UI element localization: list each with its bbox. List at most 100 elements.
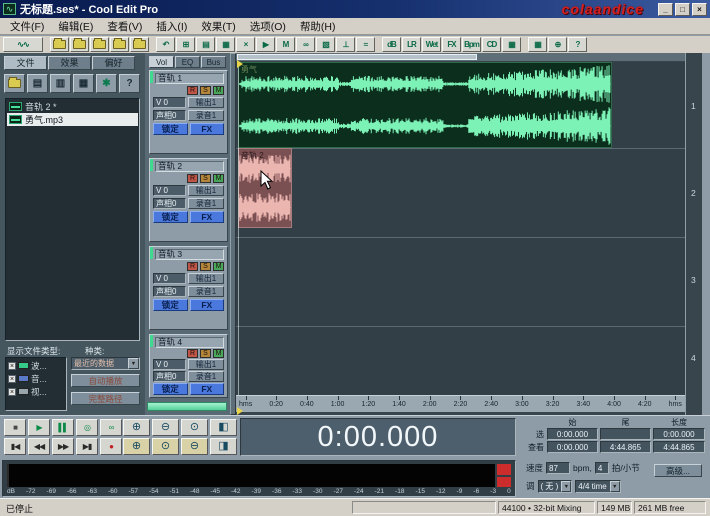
zoom-to-left-edge-button[interactable]: ◧: [210, 419, 237, 436]
go-to-end-button[interactable]: ▶▮: [76, 438, 98, 455]
lock-button[interactable]: 锁定: [153, 299, 188, 311]
output-select-button[interactable]: 输出1: [188, 185, 224, 196]
multitrack-display[interactable]: 勇气 音轨 2 hms0:200:401:001:201:402:002:202…: [236, 53, 685, 415]
menu-view[interactable]: 查看(V): [101, 18, 148, 35]
play-from-cursor-button[interactable]: ◎: [76, 419, 98, 436]
save-mixdown-button[interactable]: [130, 37, 149, 52]
pan-field[interactable]: 声相0: [153, 371, 186, 382]
volume-field[interactable]: V 0: [153, 273, 186, 284]
fx-button[interactable]: FX: [190, 299, 225, 311]
open-folder-button[interactable]: [4, 74, 25, 93]
volume-field[interactable]: V 0: [153, 359, 186, 370]
selview-field[interactable]: 0:00.000: [547, 441, 598, 453]
solo-button[interactable]: S: [200, 349, 211, 358]
autoplay-button[interactable]: 自动播放: [71, 374, 140, 387]
lock-button[interactable]: 锁定: [153, 383, 188, 395]
record-arm-button[interactable]: R: [187, 349, 198, 358]
insert-into-multitrack-button[interactable]: ▥: [50, 74, 71, 93]
online-resources-button[interactable]: ⊕: [548, 37, 567, 52]
menu-file[interactable]: 文件(F): [4, 18, 50, 35]
lock-in-time-button[interactable]: ⊥: [336, 37, 355, 52]
zoom-full-button[interactable]: ⊙: [181, 419, 208, 436]
fx-button[interactable]: FX: [190, 383, 225, 395]
selview-field[interactable]: 0:00.000: [547, 428, 598, 440]
pan-field[interactable]: 声相0: [153, 110, 186, 121]
snapping-button[interactable]: ▦: [216, 37, 235, 52]
zoom-sel-left-button[interactable]: ⊙: [152, 438, 179, 455]
close-button[interactable]: ×: [692, 3, 707, 16]
dropdown-arrow-icon[interactable]: ▼: [128, 358, 139, 369]
audio-clip-track1[interactable]: 勇气: [238, 62, 612, 148]
zoom-to-right-edge-button[interactable]: ◨: [210, 438, 237, 455]
track-title[interactable]: 音轨 1: [155, 73, 224, 84]
wet-dry-envelope-button[interactable]: Wet: [422, 37, 441, 52]
lock-button[interactable]: 锁定: [153, 211, 188, 223]
track-pan-scrollbar[interactable]: [147, 402, 227, 411]
advanced-button[interactable]: 高级...: [654, 464, 702, 477]
undo-button[interactable]: ↶: [156, 37, 175, 52]
menu-options[interactable]: 选项(O): [244, 18, 292, 35]
cd-tools-button[interactable]: CD: [482, 37, 501, 52]
tempo-value-field[interactable]: 87: [546, 462, 570, 474]
crossfade-button[interactable]: ▧: [316, 37, 335, 52]
track-rows[interactable]: 勇气 音轨 2: [236, 62, 685, 395]
tab-favorites[interactable]: 偏好: [92, 56, 135, 70]
timesig-dropdown[interactable]: 4/4 time▼: [575, 480, 620, 493]
go-to-start-button[interactable]: ▮◀: [4, 438, 26, 455]
edit-waveform-view-toggle-button[interactable]: ∿∿: [3, 37, 43, 52]
record-device-button[interactable]: 录音1: [188, 110, 224, 121]
record-device-button[interactable]: 录音1: [188, 286, 224, 297]
record-button[interactable]: ●: [100, 438, 122, 455]
fast-forward-button[interactable]: ▶▶: [52, 438, 74, 455]
key-dropdown[interactable]: ( 无 )▼: [538, 480, 573, 493]
mixer-button[interactable]: ▦: [502, 37, 521, 52]
play-button[interactable]: ▶: [28, 419, 50, 436]
show-envelopes-button[interactable]: ≈: [356, 37, 375, 52]
fx-button[interactable]: FX: [190, 123, 225, 135]
selview-field[interactable]: [600, 428, 651, 440]
open-session-button[interactable]: [70, 37, 89, 52]
file-type-checkbox-icon[interactable]: ×: [8, 362, 16, 370]
output-select-button[interactable]: 输出1: [188, 359, 224, 370]
pan-field[interactable]: 声相0: [153, 198, 186, 209]
zoom-out-button[interactable]: ⊖: [152, 419, 179, 436]
record-arm-button[interactable]: R: [187, 262, 198, 271]
close-file-button[interactable]: ▤: [27, 74, 48, 93]
zoom-sel-right-button[interactable]: ⊖: [181, 438, 208, 455]
clip-indicator[interactable]: [497, 464, 511, 487]
open-file-button[interactable]: [50, 37, 69, 52]
save-session-as-button[interactable]: [110, 37, 129, 52]
track-title[interactable]: 音轨 4: [155, 337, 224, 348]
mute-button[interactable]: M: [213, 174, 224, 183]
lock-button[interactable]: 锁定: [153, 123, 188, 135]
fx-button[interactable]: FX: [190, 211, 225, 223]
pan-envelope-button[interactable]: LR: [402, 37, 421, 52]
record-device-button[interactable]: 录音1: [188, 371, 224, 382]
volume-envelope-button[interactable]: dB: [382, 37, 401, 52]
track-number-strip[interactable]: 1234: [685, 53, 702, 415]
file-type-checkbox-icon[interactable]: ×: [8, 375, 16, 383]
tab-effects[interactable]: 效果: [48, 56, 91, 70]
block-properties-button[interactable]: ▤: [196, 37, 215, 52]
timeline-ruler[interactable]: hms0:200:401:001:201:402:002:202:403:003…: [236, 395, 685, 412]
track-tab-vol[interactable]: Vol: [149, 56, 174, 68]
file-list[interactable]: 音轨 2 *勇气.mp3: [5, 98, 140, 341]
dropdown-arrow-icon[interactable]: ▼: [561, 481, 571, 492]
file-list-item[interactable]: 勇气.mp3: [7, 113, 138, 126]
loop-duplicate-button[interactable]: ∞: [296, 37, 315, 52]
scrollbar-thumb[interactable]: [237, 54, 477, 60]
selview-field[interactable]: 4:44.865: [653, 441, 705, 453]
solo-button[interactable]: S: [200, 174, 211, 183]
sort-dropdown[interactable]: 最近的数据 ▼: [71, 357, 140, 370]
mute-button[interactable]: M: [213, 349, 224, 358]
track-title[interactable]: 音轨 3: [155, 249, 224, 260]
menu-help[interactable]: 帮助(H): [294, 18, 342, 35]
insert-into-cd-button[interactable]: ▦: [73, 74, 94, 93]
loop-start-marker[interactable]: [237, 407, 243, 415]
mute-button[interactable]: M: [213, 262, 224, 271]
solo-button[interactable]: S: [200, 262, 211, 271]
file-list-item[interactable]: 音轨 2 *: [7, 100, 138, 113]
solo-button[interactable]: S: [200, 86, 211, 95]
group-blocks-button[interactable]: ⊞: [176, 37, 195, 52]
save-session-button[interactable]: [90, 37, 109, 52]
